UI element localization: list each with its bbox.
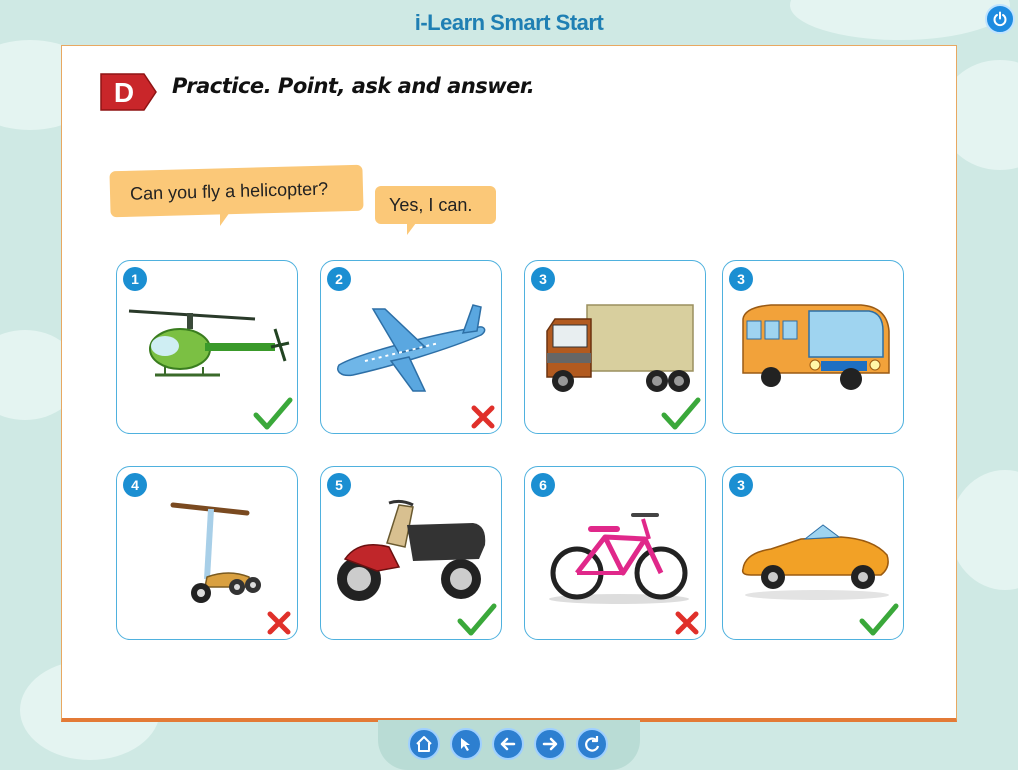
car-image [741, 524, 889, 600]
check-icon [457, 603, 497, 636]
airplane-image [337, 304, 486, 392]
power-button[interactable] [985, 4, 1015, 34]
vehicle-card-bicycle[interactable]: 6 [524, 466, 706, 640]
check-icon [253, 397, 293, 430]
card-number: 6 [531, 473, 555, 497]
app-title: i-Learn Smart Start [414, 10, 604, 35]
arrow-right-icon [542, 737, 558, 751]
previous-button[interactable] [492, 728, 524, 760]
check-icon [661, 397, 701, 430]
refresh-icon [585, 736, 600, 752]
vehicle-card-bus[interactable]: 3 [722, 260, 904, 434]
check-icon [859, 603, 899, 636]
card-number: 3 [729, 267, 753, 291]
vehicle-card-truck[interactable]: 3 [524, 260, 706, 434]
motorbike-image [337, 499, 486, 601]
card-number: 3 [531, 267, 555, 291]
section-letter: D [114, 77, 134, 108]
vehicle-card-airplane[interactable]: 2 [320, 260, 502, 434]
lesson-page: D Practice. Point, ask and answer. Can y… [61, 45, 957, 722]
helicopter-image [128, 309, 290, 377]
background-cloud [950, 470, 1018, 590]
refresh-button[interactable] [576, 728, 608, 760]
truck-image [546, 304, 694, 392]
section-badge: D [98, 70, 160, 118]
card-number: 1 [123, 267, 147, 291]
bus-image [742, 304, 890, 390]
question-bubble: Can you fly a helicopter? [109, 164, 364, 218]
card-number: 3 [729, 473, 753, 497]
home-icon [416, 736, 432, 752]
card-number: 5 [327, 473, 351, 497]
answer-bubble-tail [407, 223, 416, 235]
bottom-navigation [378, 720, 640, 770]
arrow-left-icon [500, 737, 516, 751]
scooter-image [170, 502, 261, 603]
next-button[interactable] [534, 728, 566, 760]
answer-bubble: Yes, I can. [375, 186, 496, 224]
cross-icon [267, 611, 291, 635]
home-button[interactable] [408, 728, 440, 760]
vehicle-card-scooter[interactable]: 4 [116, 466, 298, 640]
pointer-button[interactable] [450, 728, 482, 760]
instruction-text: Practice. Point, ask and answer. [172, 74, 535, 98]
question-bubble-tail [220, 212, 230, 226]
power-icon [993, 11, 1007, 27]
bicycle-image [549, 513, 689, 604]
vehicle-card-helicopter[interactable]: 1 [116, 260, 298, 434]
cross-icon [471, 405, 495, 429]
card-number: 4 [123, 473, 147, 497]
vehicle-card-motorbike[interactable]: 5 [320, 466, 502, 640]
card-number: 2 [327, 267, 351, 291]
pointer-icon [461, 738, 470, 751]
vehicle-card-car[interactable]: 3 [722, 466, 904, 640]
cross-icon [675, 611, 699, 635]
